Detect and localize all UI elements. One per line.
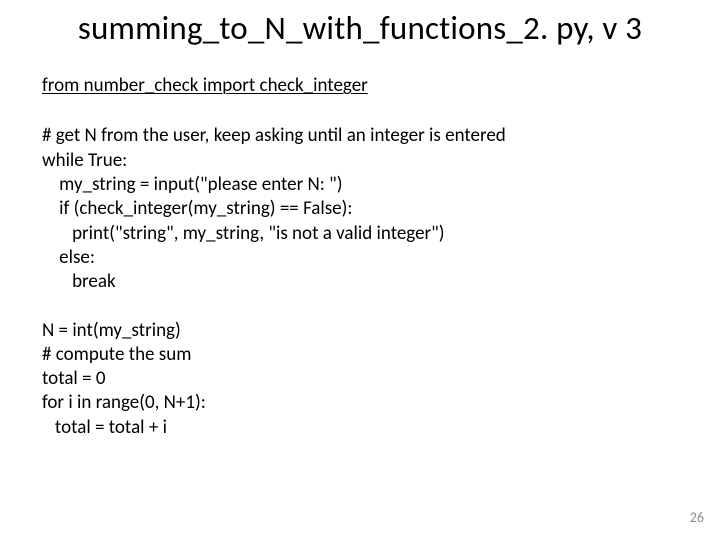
slide-title: summing_to_N_with_functions_2. py, v 3 xyxy=(0,8,720,48)
page-number: 26 xyxy=(690,509,704,526)
slide: summing_to_N_with_functions_2. py, v 3 f… xyxy=(0,0,720,540)
import-statement: from number_check import check_integer xyxy=(42,74,678,98)
slide-content: from number_check import check_integer #… xyxy=(42,74,678,440)
code-block-sum: N = int(my_string) # compute the sum tot… xyxy=(42,319,678,441)
blank-line xyxy=(42,295,678,319)
code-block-loop: # get N from the user, keep asking until… xyxy=(42,124,678,294)
